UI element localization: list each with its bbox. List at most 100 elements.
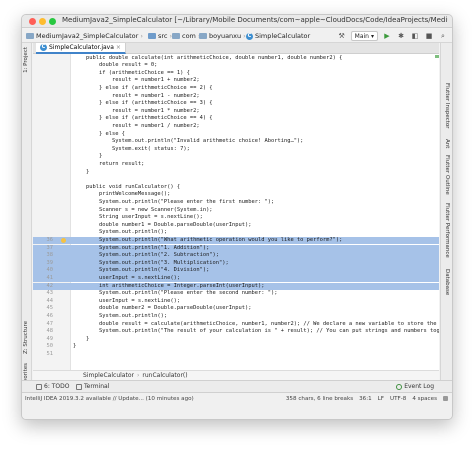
code-text: Scanner s = new Scanner(System.in); — [73, 206, 213, 213]
close-icon[interactable]: × — [116, 44, 121, 51]
stop-icon[interactable]: ■ — [424, 31, 434, 41]
code-line[interactable]: } else if (arithmeticChoice == 2) { — [33, 85, 439, 93]
line-number: 51 — [46, 350, 54, 357]
terminal-tool-button[interactable]: Terminal — [76, 383, 109, 390]
breadcrumb-src-label: src — [158, 32, 168, 40]
file-encoding[interactable]: UTF-8 — [390, 396, 406, 402]
code-line[interactable]: 46 System.out.println(); — [33, 313, 439, 321]
breadcrumb-com[interactable]: com › — [172, 31, 201, 41]
code-text: System.out.println("Please enter the sec… — [73, 290, 278, 297]
debug-icon[interactable]: ✱ — [396, 31, 406, 41]
minimize-window-button[interactable] — [39, 18, 46, 25]
code-line[interactable]: result = number1 + number2; — [33, 77, 439, 85]
ant-tab[interactable]: Ant — [444, 139, 450, 148]
code-line[interactable]: System.out.println(); — [33, 229, 439, 237]
search-icon[interactable]: ⌕ — [438, 31, 448, 41]
flutter-performance-tab[interactable]: Flutter Performance — [444, 203, 450, 258]
code-line[interactable]: result = number1 - number2; — [33, 93, 439, 101]
editor-breadcrumbs: SimpleCalculator › runCalculator() — [33, 370, 439, 380]
line-separator[interactable]: LF — [378, 396, 384, 402]
project-tool-tab[interactable]: 1: Project — [23, 47, 29, 73]
code-line[interactable]: Scanner s = new Scanner(System.in); — [33, 207, 439, 215]
code-line[interactable]: System.exit( status: 7); — [33, 146, 439, 154]
crumb-class[interactable]: SimpleCalculator — [83, 372, 134, 379]
code-line[interactable]: 49 } — [33, 336, 439, 344]
code-line[interactable]: } else { — [33, 131, 439, 139]
line-number: 49 — [46, 335, 54, 342]
code-line[interactable]: if (arithmeticChoice == 1) { — [33, 70, 439, 78]
code-line[interactable]: 50} — [33, 343, 439, 351]
code-line[interactable]: public void runCalculator() { — [33, 184, 439, 192]
hammer-icon[interactable]: ⚒ — [337, 31, 347, 41]
code-line[interactable]: 44 userInput = s.nextLine(); — [33, 298, 439, 306]
run-toolbar: ⚒ Main ▾ ▶ ✱ ◧ ■ ⌕ — [337, 31, 448, 41]
lightbulb-icon[interactable] — [61, 237, 66, 243]
indent-setting[interactable]: 4 spaces — [412, 396, 437, 402]
code-line[interactable]: return result; — [33, 161, 439, 169]
crumb-method[interactable]: runCalculator() — [142, 372, 187, 379]
code-line[interactable]: 39 System.out.println("3. Multiplication… — [33, 259, 439, 268]
coverage-icon[interactable]: ◧ — [410, 31, 420, 41]
code-line[interactable]: 36 System.out.println("What arithmetic o… — [33, 236, 439, 245]
code-text: double result = calculate(arithmeticChoi… — [73, 320, 439, 327]
folder-icon — [26, 33, 34, 39]
zoom-window-button[interactable] — [49, 18, 56, 25]
code-line[interactable]: System.out.println("Invalid arithmetic c… — [33, 138, 439, 146]
code-line[interactable]: } — [33, 153, 439, 161]
code-line[interactable]: double result = 0; — [33, 62, 439, 70]
code-line[interactable]: String userInput = s.nextLine(); — [33, 214, 439, 222]
line-number: 42 — [46, 282, 54, 289]
flutter-inspector-tab[interactable]: Flutter Inspector — [444, 83, 450, 129]
code-line[interactable]: result = number1 / number2; — [33, 123, 439, 131]
code-text: } — [73, 168, 90, 175]
code-line[interactable]: result = number1 * number2; — [33, 108, 439, 116]
code-line[interactable]: 45 double number2 = Double.parseDouble(u… — [33, 305, 439, 313]
code-line[interactable]: System.out.println("Please enter the fir… — [33, 199, 439, 207]
code-line[interactable]: } else if (arithmeticChoice == 4) { — [33, 115, 439, 123]
code-line[interactable]: 43 System.out.println("Please enter the … — [33, 290, 439, 298]
breadcrumb-boyuanxu[interactable]: boyuanxu › — [199, 31, 246, 41]
code-line[interactable] — [33, 176, 439, 184]
event-log-button[interactable]: Event Log — [396, 383, 434, 390]
tab-simple-calculator[interactable]: C SimpleCalculator.java × — [36, 43, 126, 54]
todo-tool-button[interactable]: 6: TODO — [36, 383, 69, 390]
code-line[interactable]: 41 userInput = s.nextLine(); — [33, 274, 439, 283]
code-line[interactable]: printWelcomeMessage(); — [33, 191, 439, 199]
lock-icon[interactable] — [443, 396, 448, 401]
code-text: System.out.println(); — [73, 229, 168, 236]
code-text: double result = 0; — [73, 62, 158, 69]
editor-tab-bar: C SimpleCalculator.java × — [33, 43, 439, 54]
code-line[interactable]: 38 System.out.println("2. Subtraction"); — [33, 252, 439, 260]
code-text: System.out.println("2. Subtraction"); — [73, 252, 220, 259]
breadcrumb-project[interactable]: MediumJava2_SimpleCalculator › — [26, 31, 143, 41]
run-icon[interactable]: ▶ — [382, 31, 392, 41]
breadcrumb-src[interactable]: src › — [148, 31, 172, 41]
code-line[interactable]: public double calculate(int arithmeticCh… — [33, 55, 439, 63]
status-message[interactable]: IntelliJ IDEA 2019.3.2 available // Upda… — [25, 396, 194, 402]
caret-position[interactable]: 36:1 — [359, 396, 372, 402]
code-line[interactable]: 37 System.out.println("1. Addition"); — [33, 244, 439, 253]
class-icon: C — [246, 32, 253, 40]
code-line[interactable]: 47 double result = calculate(arithmeticC… — [33, 321, 439, 329]
structure-tool-tab[interactable]: Z: Structure — [23, 321, 29, 354]
code-line[interactable]: 42 int arithmeticChoice = Integer.parseI… — [33, 282, 439, 291]
run-configuration-select[interactable]: Main ▾ — [350, 31, 378, 41]
error-stripe[interactable] — [435, 54, 439, 370]
close-window-button[interactable] — [29, 18, 36, 25]
code-text: } else if (arithmeticChoice == 2) { — [73, 84, 213, 91]
code-line[interactable]: 51 — [33, 351, 439, 359]
code-line[interactable]: 40 System.out.println("4. Division"); — [33, 267, 439, 275]
code-line[interactable]: } — [33, 169, 439, 177]
tool-window-bar: 6: TODO Terminal Event Log — [22, 380, 452, 392]
inspection-ok-icon — [435, 55, 439, 58]
flutter-outline-tab[interactable]: Flutter Outline — [444, 155, 450, 195]
code-line[interactable]: double number1 = Double.parseDouble(user… — [33, 222, 439, 230]
code-line[interactable]: } else if (arithmeticChoice == 3) { — [33, 100, 439, 108]
breadcrumb-class[interactable]: C SimpleCalculator — [246, 31, 310, 41]
database-tab[interactable]: Database — [444, 269, 450, 295]
code-line[interactable]: 48 System.out.println("The result of you… — [33, 328, 440, 336]
run-configuration-label: Main — [354, 32, 369, 40]
title-bar: MediumJava2_SimpleCalculator [~/Library/… — [22, 15, 452, 28]
code-editor[interactable]: public double calculate(int arithmeticCh… — [33, 54, 439, 370]
breadcrumb-boyuanxu-label: boyuanxu — [209, 32, 242, 40]
